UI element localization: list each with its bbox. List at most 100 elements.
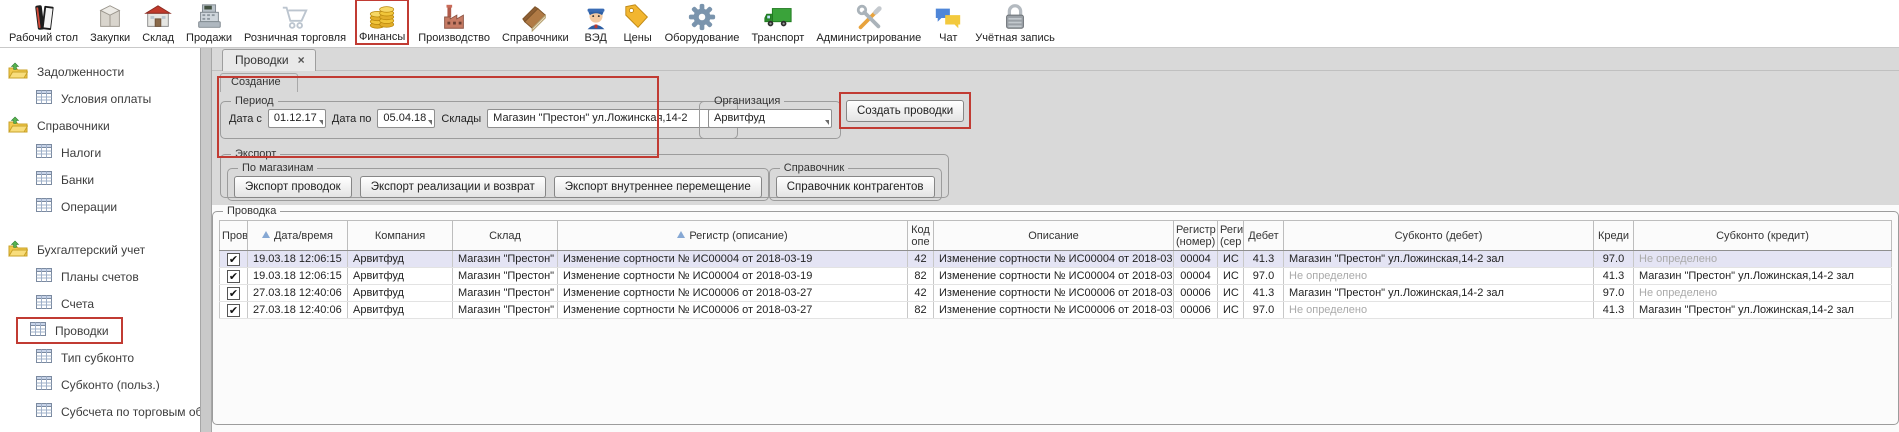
grid-icon: [36, 403, 52, 420]
column-header-label: Склад: [489, 230, 521, 242]
sidebar-item-debts[interactable]: Задолженности: [0, 58, 200, 85]
column-header[interactable]: Регистр (описание): [558, 221, 908, 251]
table-row[interactable]: ✔19.03.18 12:06:15АрвитфудМагазин "Прест…: [220, 251, 1892, 268]
sidebar-splitter[interactable]: [200, 48, 212, 432]
customs-officer-icon: [581, 2, 611, 32]
sidebar-item-accounting[interactable]: Бухгалтерский учет: [0, 236, 200, 263]
column-header[interactable]: Регистр (номер): [1174, 221, 1218, 251]
sidebar-item-subaccounts-trade[interactable]: Субсчета по торговым объектам: [30, 398, 200, 425]
cell-subconto-credit: Не определено: [1634, 285, 1892, 302]
table-row[interactable]: ✔19.03.18 12:06:15АрвитфудМагазин "Прест…: [220, 268, 1892, 285]
sidebar-item-taxes[interactable]: Налоги: [30, 139, 200, 166]
toolbar-item-label: Чат: [939, 32, 957, 44]
table-row[interactable]: ✔27.03.18 12:40:06АрвитфудМагазин "Прест…: [220, 302, 1892, 319]
cell-company: Арвитфуд: [348, 268, 453, 285]
toolbar-item-ved[interactable]: ВЭД: [578, 1, 614, 45]
sort-asc-icon: [677, 231, 685, 238]
toolbar-item-purchases[interactable]: Закупки: [87, 1, 133, 45]
table-header-row: ПровеДата/времяКомпания Склад Регистр (опи…: [220, 221, 1892, 251]
organization-value: Арвитфуд: [714, 112, 765, 124]
coins-icon: [367, 1, 397, 31]
column-header[interactable]: Креди: [1594, 221, 1634, 251]
sidebar-item-subconto-type[interactable]: Тип субконто: [30, 344, 200, 371]
table-row[interactable]: ✔27.03.18 12:40:06АрвитфудМагазин "Прест…: [220, 285, 1892, 302]
column-header[interactable]: Прове: [220, 221, 248, 251]
toolbar-item-label: Склад: [142, 32, 174, 44]
toolbar-item-transport[interactable]: Транспорт: [748, 1, 807, 45]
column-header-label: Дебет: [1248, 230, 1278, 242]
toolbar-item-equipment[interactable]: Оборудование: [662, 1, 743, 45]
toolbar-item-administration[interactable]: Администрирование: [813, 1, 924, 45]
cell-register-description: Изменение сортности № ИС00006 от 2018-03…: [558, 285, 908, 302]
sidebar-item-operations[interactable]: Операции: [30, 193, 200, 220]
cell-datetime: 19.03.18 12:06:15: [248, 251, 348, 268]
column-header[interactable]: Дата/время: [248, 221, 348, 251]
sidebar-item-subconto-user[interactable]: Субконто (польз.): [30, 371, 200, 398]
toolbar-item-label: Рабочий стол: [9, 32, 78, 44]
toolbar-item-production[interactable]: Производство: [415, 1, 493, 45]
toolbar-item-prices[interactable]: Цены: [620, 1, 656, 45]
cell-operation-code: 82: [908, 302, 934, 319]
sidebar-item-accounts[interactable]: Счета: [30, 290, 200, 317]
box-icon: [95, 2, 125, 32]
create-postings-button[interactable]: Создать проводки: [846, 100, 964, 122]
toolbar-item-label: Справочники: [502, 32, 569, 44]
toolbar-item-finances[interactable]: Финансы: [355, 0, 409, 45]
sidebar-item-directories[interactable]: Справочники: [0, 112, 200, 139]
row-checkbox[interactable]: ✔: [227, 270, 240, 283]
tab-close-icon[interactable]: ×: [298, 55, 305, 65]
row-checkbox[interactable]: ✔: [227, 287, 240, 300]
column-header[interactable]: Субконто (кредит): [1634, 221, 1892, 251]
tools-icon: [854, 2, 884, 32]
date-from-input[interactable]: 01.12.17: [268, 109, 326, 128]
column-header[interactable]: Описание: [934, 221, 1174, 251]
cell-operation-code: 42: [908, 285, 934, 302]
column-header[interactable]: Код опе: [908, 221, 934, 251]
toolbar-item-sales[interactable]: Продажи: [183, 1, 235, 45]
stores-select[interactable]: Магазин "Престон" ул.Ложинская,14-2: [487, 109, 729, 128]
creation-panel: Создание Период Дата с 01.12.17 Дата по …: [212, 71, 1899, 205]
price-tag-icon: [623, 2, 653, 32]
column-header[interactable]: Склад: [453, 221, 558, 251]
row-checkbox[interactable]: ✔: [227, 304, 240, 317]
toolbar-item-warehouse[interactable]: Склад: [139, 1, 177, 45]
cell-credit: 41.3: [1594, 302, 1634, 319]
export-sales-returns-button[interactable]: Экспорт реализации и возврат: [360, 176, 546, 198]
toolbar-item-label: Производство: [418, 32, 490, 44]
folder-icon: [8, 240, 28, 260]
organization-fieldset: Организация Арвитфуд: [699, 95, 841, 139]
toolbar-item-retail[interactable]: Розничная торговля: [241, 1, 349, 45]
cell-description: Изменение сортности № ИС00006 от 2018-03…: [934, 302, 1174, 319]
sidebar-item-payment-terms[interactable]: Условия оплаты: [30, 85, 200, 112]
cell-warehouse: Магазин "Престон" ул.Ло:: [453, 268, 558, 285]
column-header[interactable]: Дебет: [1244, 221, 1284, 251]
toolbar-item-account[interactable]: Учётная запись: [972, 1, 1058, 45]
sidebar-item-label: Задолженности: [37, 65, 124, 79]
tab-provodki[interactable]: Проводки ×: [222, 49, 316, 71]
sidebar-item-postings[interactable]: Проводки: [16, 317, 123, 344]
lock-icon: [1000, 2, 1030, 32]
toolbar-item-desktop[interactable]: Рабочий стол: [6, 1, 81, 45]
toolbar-item-directories[interactable]: Справочники: [499, 1, 572, 45]
sidebar-item-label: Проводки: [55, 324, 109, 338]
cell-company: Арвитфуд: [348, 251, 453, 268]
organization-select[interactable]: Арвитфуд: [708, 109, 832, 128]
counterparties-directory-button[interactable]: Справочник контрагентов: [776, 176, 935, 198]
export-postings-button[interactable]: Экспорт проводок: [234, 176, 352, 198]
app-window: Рабочий стол Закупки Склад ПродажиРозничная…: [0, 0, 1899, 432]
toolbar-item-label: Цены: [623, 32, 651, 44]
date-to-value: 05.04.18: [383, 112, 426, 124]
cell-debit: 41.3: [1244, 285, 1284, 302]
column-header[interactable]: Реги (сер: [1218, 221, 1244, 251]
column-header[interactable]: Компания: [348, 221, 453, 251]
date-to-input[interactable]: 05.04.18: [377, 109, 435, 128]
sidebar-item-banks[interactable]: Банки: [30, 166, 200, 193]
sidebar-item-label: Планы счетов: [61, 270, 139, 284]
date-from-label: Дата с: [229, 113, 262, 125]
toolbar-item-chat[interactable]: Чат: [930, 1, 966, 45]
row-checkbox[interactable]: ✔: [227, 253, 240, 266]
sidebar-item-chart-of-accounts[interactable]: Планы счетов: [30, 263, 200, 290]
export-internal-transfer-button[interactable]: Экспорт внутреннее перемещение: [554, 176, 762, 198]
cell-datetime: 27.03.18 12:40:06: [248, 285, 348, 302]
column-header[interactable]: Субконто (дебет): [1284, 221, 1594, 251]
